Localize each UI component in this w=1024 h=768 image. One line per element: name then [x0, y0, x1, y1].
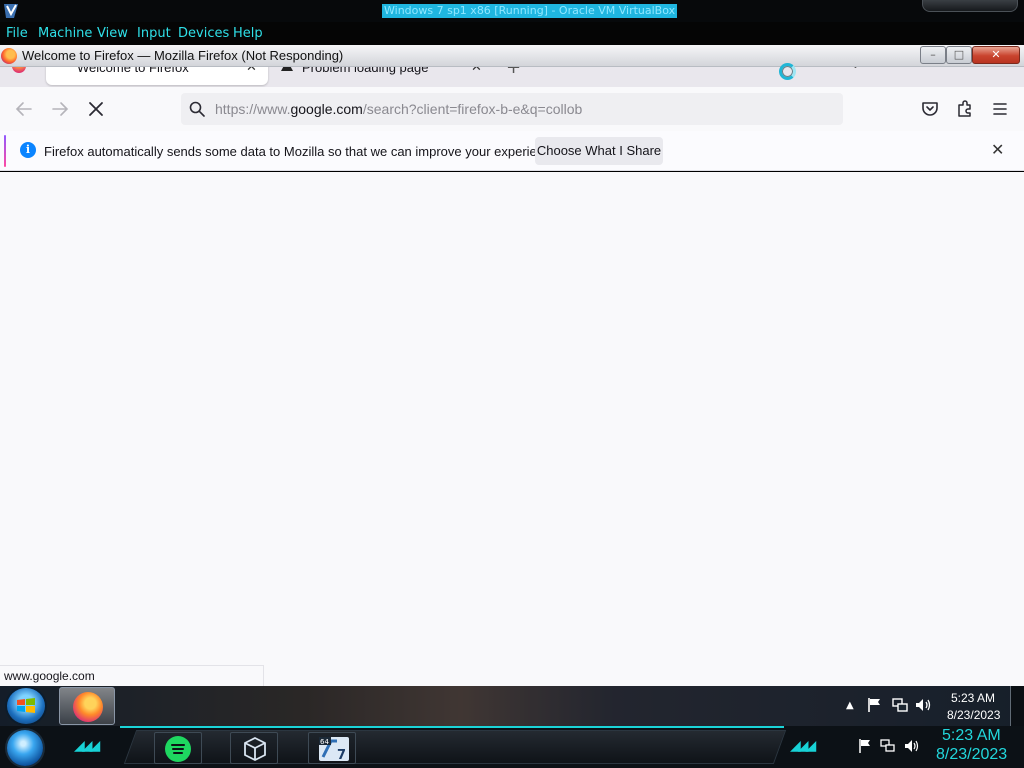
notification-accent-stripe	[4, 135, 6, 167]
host-taskbar-band	[123, 730, 787, 764]
status-panel: www.google.com	[0, 665, 264, 686]
back-arrow-icon	[15, 102, 32, 116]
address-bar[interactable]: https://www.google.com/search?client=fir…	[181, 93, 843, 125]
menu-view[interactable]: View	[97, 26, 128, 41]
menu-devices[interactable]: Devices	[178, 26, 229, 41]
minimize-button[interactable]: –	[920, 46, 946, 64]
firefox-icon	[73, 692, 103, 722]
taskbar-spotify-button[interactable]	[154, 732, 202, 764]
application-menu-button[interactable]	[988, 97, 1012, 121]
spotify-icon	[165, 736, 191, 762]
window-title: Welcome to Firefox — Mozilla Firefox (No…	[22, 48, 344, 63]
taskbar-windows7-vm-button[interactable]: 7 64	[308, 732, 356, 764]
menu-input[interactable]: Input	[137, 26, 171, 41]
virtualbox-title-bar: Windows 7 sp1 x86 [Running] - Oracle VM …	[0, 0, 1024, 22]
url-text[interactable]: https://www.google.com/search?client=fir…	[215, 101, 582, 117]
virtualbox-window-title: Windows 7 sp1 x86 [Running] - Oracle VM …	[382, 4, 678, 18]
notification-message: Firefox automatically sends some data to…	[44, 144, 562, 159]
maximize-button[interactable]: □	[946, 46, 972, 64]
stop-loading-icon	[89, 102, 103, 116]
virtualbox-cube-icon	[244, 736, 266, 762]
extensions-icon	[958, 100, 971, 117]
url-host: google.com	[290, 101, 363, 117]
action-center-flag-icon[interactable]	[857, 738, 873, 754]
virtual-machine-win7-icon: 7 64	[319, 737, 349, 763]
navigation-toolbar: https://www.google.com/search?client=fir…	[0, 87, 1024, 131]
host-clock-time[interactable]: 5:23 AM	[942, 727, 1001, 745]
title-bar-ornament	[922, 0, 1018, 12]
network-icon[interactable]	[880, 738, 896, 754]
host-clock-date[interactable]: 8/23/2023	[936, 746, 1007, 764]
decorative-chevrons: ◢◢◢	[790, 738, 816, 754]
close-window-button[interactable]: ✕	[972, 46, 1020, 64]
firefox-tab-strip: Welcome to Firefox ✕ Problem loading pag…	[0, 57, 1024, 87]
show-desktop-button[interactable]	[1010, 686, 1024, 726]
page-content-area[interactable]	[0, 172, 1024, 686]
menu-file[interactable]: File	[6, 26, 28, 41]
host-start-button[interactable]	[7, 730, 43, 766]
busy-spinner-cursor	[779, 63, 796, 80]
back-button[interactable]	[12, 97, 36, 121]
menu-machine[interactable]: Machine	[38, 26, 92, 41]
guest-clock-time[interactable]: 5:23 AM	[951, 691, 995, 705]
stop-loading-button[interactable]	[84, 97, 108, 121]
action-center-flag-icon[interactable]	[866, 696, 884, 714]
decorative-chevrons: ◢◢◢	[74, 738, 100, 754]
host-taskbar: ◢◢◢ 7 64 ◢◢◢ 5:23 AM 8/23/2023	[0, 726, 1024, 768]
url-scheme: https://www.	[215, 101, 291, 117]
network-icon[interactable]	[891, 696, 909, 714]
windows-logo-icon	[17, 698, 35, 713]
volume-icon[interactable]	[904, 738, 920, 754]
firefox-icon	[1, 48, 17, 64]
svg-text:7: 7	[337, 748, 346, 763]
menu-help[interactable]: Help	[233, 26, 263, 41]
hamburger-menu-icon	[993, 103, 1007, 115]
choose-what-i-share-button[interactable]: Choose What I Share	[535, 137, 663, 165]
svg-text:64: 64	[320, 738, 329, 746]
save-to-pocket-button[interactable]	[918, 97, 942, 121]
pocket-icon	[922, 102, 938, 116]
search-icon	[189, 101, 205, 117]
url-path: /search?client=firefox-b-e&q=collob	[362, 101, 583, 117]
virtualbox-menu-bar: File Machine View Input Devices Help	[0, 22, 1024, 45]
data-collection-notification-bar: i Firefox automatically sends some data …	[0, 131, 1024, 171]
close-notification-icon[interactable]: ✕	[991, 140, 1004, 159]
firefox-window-title-bar: Welcome to Firefox — Mozilla Firefox (No…	[0, 45, 1024, 67]
taskbar-accent-line	[120, 726, 784, 728]
guest-clock-date[interactable]: 8/23/2023	[947, 708, 1000, 722]
taskbar-virtualbox-button[interactable]	[230, 732, 278, 764]
volume-icon[interactable]	[914, 696, 932, 714]
show-hidden-icons-button[interactable]: ▲	[846, 700, 854, 711]
forward-arrow-icon	[52, 102, 69, 116]
forward-button[interactable]	[48, 97, 72, 121]
taskbar-firefox-button[interactable]	[59, 687, 115, 725]
extensions-button[interactable]	[953, 97, 977, 121]
guest-taskbar: ▲ 5:23 AM 8/23/2023	[0, 686, 1024, 726]
virtualbox-logo-icon	[4, 4, 18, 18]
info-icon: i	[20, 142, 36, 158]
